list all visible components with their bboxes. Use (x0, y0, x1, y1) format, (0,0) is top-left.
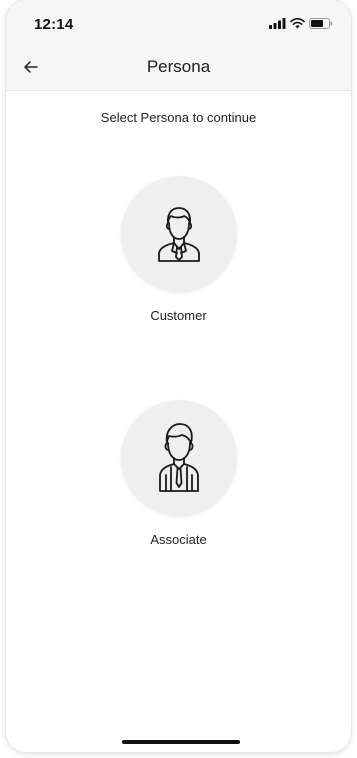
signal-icon (269, 18, 286, 29)
persona-label-customer[interactable]: Customer (150, 308, 206, 323)
persona-customer-option[interactable]: Customer (6, 176, 351, 323)
status-bar: 12:14 (6, 0, 351, 44)
home-indicator[interactable] (122, 740, 240, 744)
phone-screen: 12:14 Persona Select Persona to continue… (6, 0, 351, 752)
instruction-text: Select Persona to continue (100, 110, 257, 125)
associate-avatar-circle[interactable] (120, 400, 237, 516)
persona-label-associate[interactable]: Associate (150, 532, 206, 547)
wifi-icon (290, 18, 305, 29)
app-bar: Persona (6, 44, 351, 91)
page-title: Persona (146, 57, 211, 76)
associate-person-icon (153, 421, 205, 495)
persona-associate-option[interactable]: Associate (6, 400, 351, 547)
customer-person-icon (151, 203, 207, 265)
status-icons (269, 18, 333, 29)
customer-avatar-circle[interactable] (120, 176, 237, 292)
status-time: 12:14 (34, 16, 74, 33)
battery-icon (309, 18, 333, 29)
